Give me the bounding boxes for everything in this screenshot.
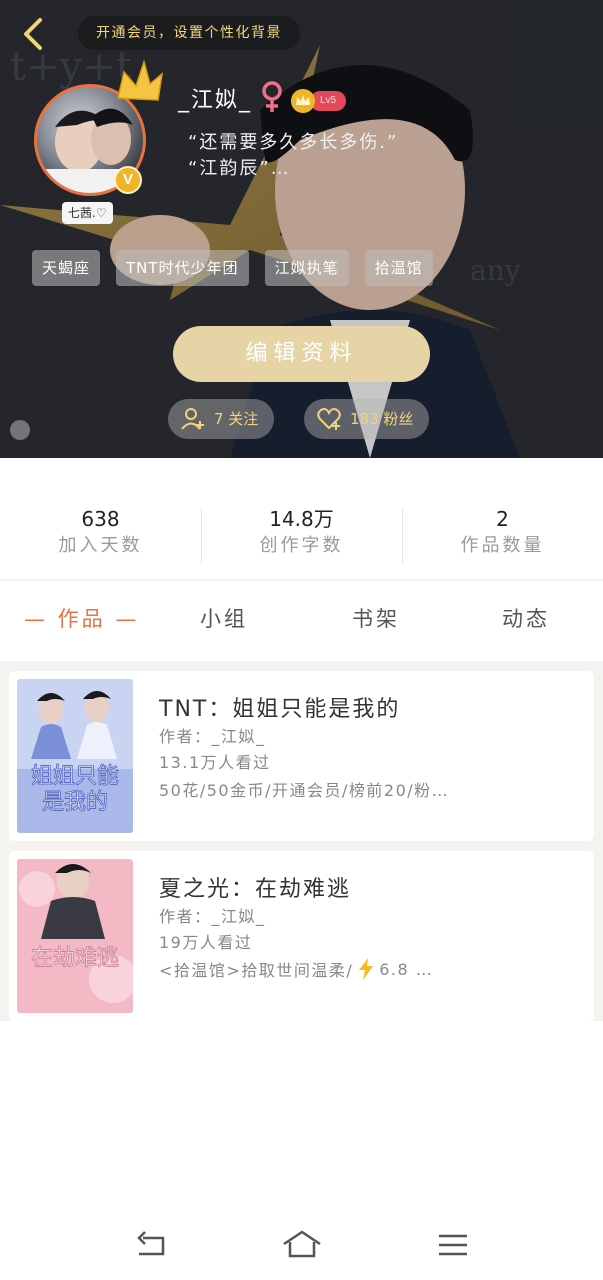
vip-promo-banner[interactable]: 开通会员，设置个性化背景 [78,16,300,50]
profile-stats: 638 加入天数 14.8万 创作字数 2 作品数量 [0,458,603,580]
stat-label: 加入天数 [58,535,143,556]
stat-value: 2 [496,507,509,531]
tag[interactable]: 拾温馆 [364,250,433,286]
work-title: TNT：姐姐只能是我的 [159,697,401,722]
profile-header: t+y+t any 开通会员，设置个性化背景 V 七茜.♡ _江姒_ Lv5 “… [0,0,603,458]
stat-value: 14.8万 [269,507,334,531]
back-arrow-icon[interactable] [16,14,50,54]
stat-join-days: 638 加入天数 [0,458,201,580]
work-title: 夏之光：在劫难逃 [159,877,352,902]
avatar-caption: 七茜.♡ [62,202,113,224]
book-cover: 姐姐只能 是我的 [17,679,133,833]
work-card[interactable]: 姐姐只能 是我的 TNT：姐姐只能是我的 作者：_江姒_ 13.1万人看过 50… [9,671,594,841]
stat-label: 创作字数 [259,535,344,556]
stat-label: 作品数量 [460,535,545,556]
following-button[interactable]: 7 关注 [168,399,275,439]
followers-count: 183 粉丝 [350,410,414,428]
motto-line-1: “还需要多久多长多伤.” [188,132,399,153]
tab-bookshelf[interactable]: 书架 [352,603,400,633]
work-card[interactable]: 在劫难逃 夏之光：在劫难逃 作者：_江姒_ 19万人看过 <拾温馆>拾取世间温柔… [9,851,594,1021]
stat-word-count: 14.8万 创作字数 [201,458,402,580]
menu-icon[interactable] [433,1228,473,1262]
stat-works-count: 2 作品数量 [402,458,603,580]
home-icon[interactable] [282,1228,322,1262]
tag[interactable]: 江姒执笔 [264,250,349,286]
tab-groups[interactable]: 小组 [200,603,248,633]
cover-title: 是我的 [42,790,108,815]
tag[interactable]: 天蝎座 [32,250,101,286]
vip-crown-icon [291,89,315,113]
level-badge: Lv5 [310,91,347,111]
work-author: 作者：_江姒_ [159,727,266,746]
stat-value: 638 [81,507,120,531]
header-shade [0,0,603,458]
work-info-suffix: 6.8 … [379,959,434,979]
work-views: 19万人看过 [159,933,253,952]
tab-activity[interactable]: 动态 [502,603,550,633]
works-list: 姐姐只能 是我的 TNT：姐姐只能是我的 作者：_江姒_ 13.1万人看过 50… [0,661,603,1021]
edit-profile-button[interactable]: 编辑资料 [173,326,430,382]
system-nav-bar [0,1210,603,1280]
work-info: <拾温馆>拾取世间温柔/ 6.8 … [159,957,433,981]
heart-plus-icon [317,408,341,430]
tab-works[interactable]: — 作品 — [24,603,139,633]
motto-line-2: “江韵辰”… [188,158,291,179]
tag[interactable]: TNT时代少年团 [116,250,249,286]
crown-icon [117,59,164,101]
username: _江姒_ [178,88,253,113]
work-info-prefix: <拾温馆>拾取世间温柔/ [159,961,354,980]
book-cover: 在劫难逃 [17,859,133,1013]
work-info: 50花/50金币/开通会员/榜前20/粉… [159,781,450,800]
followers-button[interactable]: 183 粉丝 [304,399,430,439]
add-user-icon [181,408,204,430]
lightning-icon [359,958,374,980]
profile-tags: 天蝎座 TNT时代少年团 江姒执笔 拾温馆 [32,250,433,286]
work-author: 作者：_江姒_ [159,907,266,926]
cover-title: 在劫难逃 [31,946,119,971]
back-icon[interactable] [131,1228,171,1262]
verified-badge: V [114,166,142,194]
profile-tabs: — 作品 — 小组 书架 动态 [0,581,603,661]
cover-title: 姐姐只能 [31,764,119,789]
female-icon [262,81,282,112]
following-count: 7 关注 [214,410,259,428]
work-views: 13.1万人看过 [159,753,271,772]
